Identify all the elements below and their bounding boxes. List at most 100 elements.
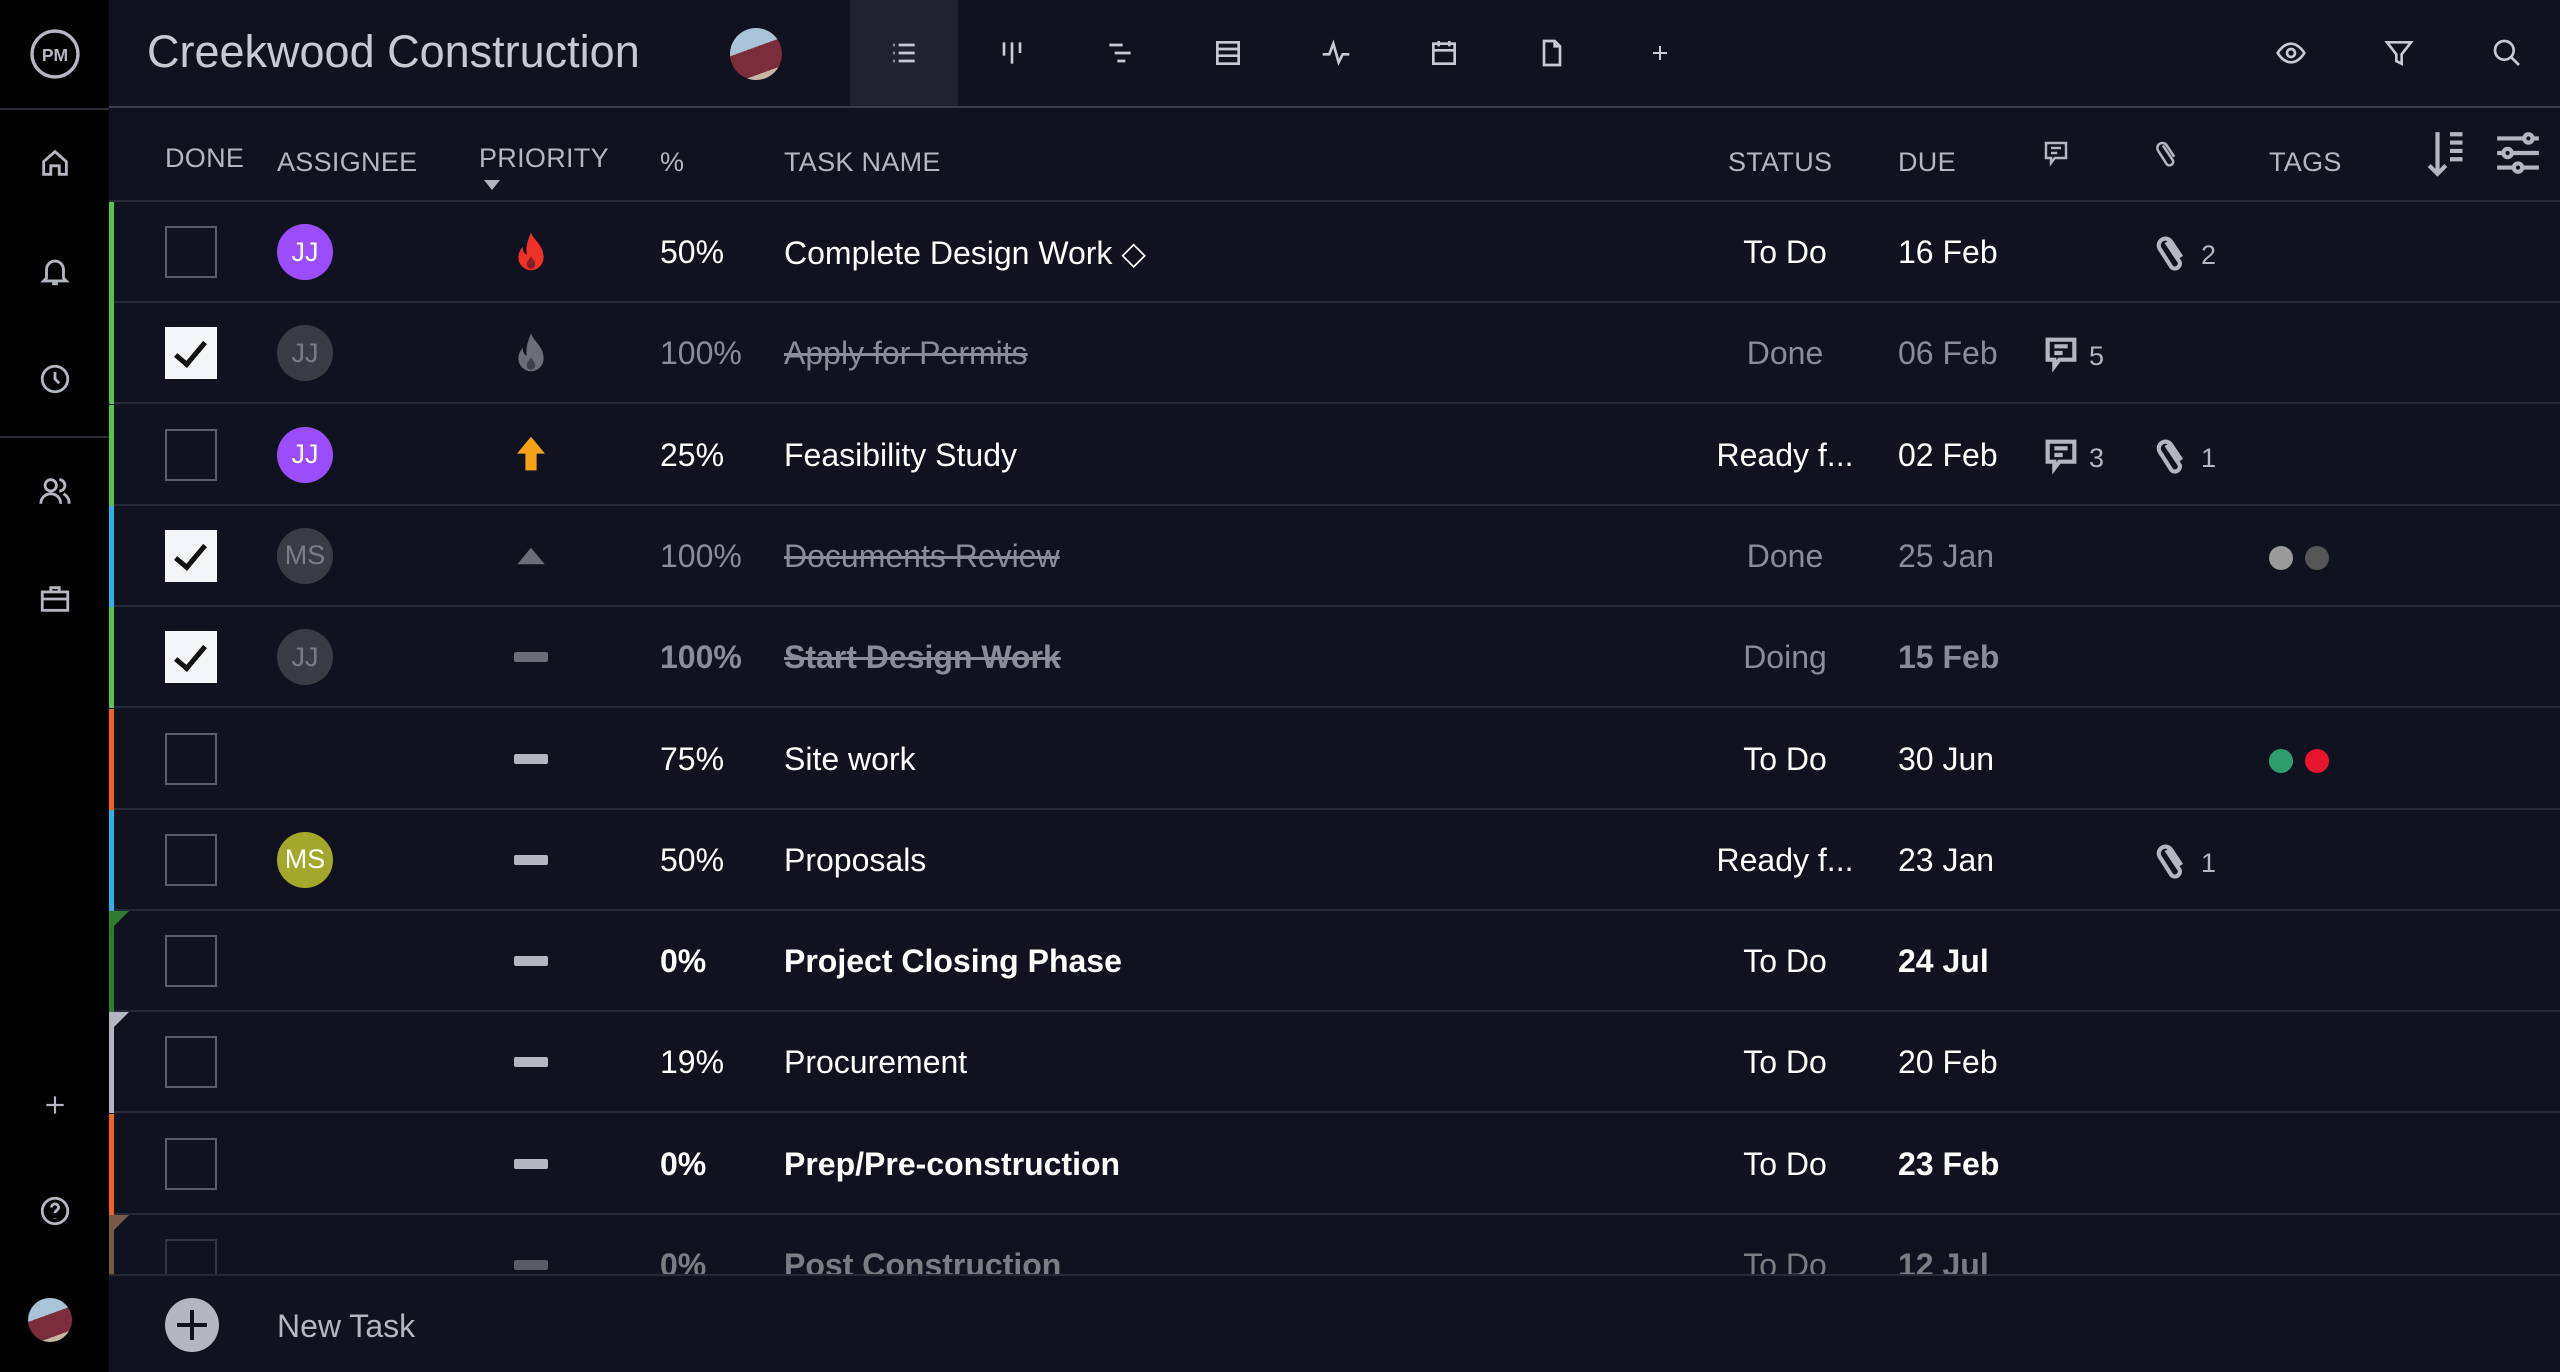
task-status[interactable]: To Do bbox=[1685, 234, 1885, 271]
priority-low-dash-icon[interactable] bbox=[511, 633, 551, 681]
add-view-button[interactable] bbox=[1606, 0, 1714, 106]
tag-dot[interactable] bbox=[2305, 545, 2329, 570]
column-settings-sliders-icon[interactable] bbox=[2493, 128, 2543, 185]
task-name[interactable]: Complete Design Work ◇ bbox=[784, 234, 1146, 272]
task-status[interactable]: To Do bbox=[1685, 741, 1885, 778]
task-name[interactable]: Procurement bbox=[784, 1044, 967, 1081]
done-checkbox[interactable] bbox=[165, 833, 217, 886]
percent-complete[interactable]: 0% bbox=[660, 1146, 706, 1183]
col-due[interactable]: DUE bbox=[1898, 147, 1956, 178]
done-checkbox[interactable] bbox=[165, 1036, 217, 1089]
col-task-name[interactable]: TASK NAME bbox=[784, 147, 941, 178]
task-row[interactable]: MS 50% Proposals Ready f... 23 Jan 1 bbox=[109, 809, 2560, 911]
priority-critical-fire-icon[interactable] bbox=[511, 329, 551, 377]
dashboard-view-tab[interactable] bbox=[1282, 0, 1390, 106]
attachments-count[interactable]: 2 bbox=[2153, 232, 2216, 279]
due-date[interactable]: 20 Feb bbox=[1898, 1044, 1998, 1081]
task-name[interactable]: Prep/Pre-construction bbox=[784, 1146, 1120, 1183]
col-tags[interactable]: TAGS bbox=[2269, 147, 2342, 178]
assignee-avatar[interactable]: MS bbox=[277, 831, 333, 888]
task-status[interactable]: Done bbox=[1685, 335, 1885, 372]
done-checkbox[interactable] bbox=[165, 226, 217, 278]
sheet-view-tab[interactable] bbox=[1174, 0, 1282, 106]
task-row[interactable]: 19% Procurement To Do 20 Feb bbox=[109, 1012, 2560, 1114]
task-row[interactable]: 75% Site work To Do 30 Jun bbox=[109, 708, 2560, 810]
assignee-avatar[interactable]: JJ bbox=[277, 224, 333, 280]
people-icon[interactable] bbox=[0, 468, 109, 514]
tag-dot[interactable] bbox=[2269, 748, 2293, 773]
task-row[interactable]: JJ 25% Feasibility Study Ready f... 02 Feb 3 1 bbox=[109, 404, 2560, 506]
priority-low-dash-icon[interactable] bbox=[511, 735, 551, 783]
assignee-avatar[interactable]: MS bbox=[277, 527, 333, 584]
col-status[interactable]: STATUS bbox=[1728, 147, 1832, 178]
percent-complete[interactable]: 100% bbox=[660, 639, 742, 676]
due-date[interactable]: 25 Jan bbox=[1898, 538, 1994, 575]
tag-dot[interactable] bbox=[2269, 545, 2293, 570]
new-task-input[interactable]: New Task bbox=[277, 1308, 415, 1345]
percent-complete[interactable]: 100% bbox=[660, 335, 742, 372]
done-checkbox[interactable] bbox=[165, 1137, 217, 1190]
due-date[interactable]: 02 Feb bbox=[1898, 437, 1998, 474]
task-name[interactable]: Start Design Work bbox=[784, 639, 1061, 676]
priority-low-dash-icon[interactable] bbox=[511, 1140, 551, 1188]
priority-critical-fire-icon[interactable] bbox=[511, 228, 551, 276]
percent-complete[interactable]: 75% bbox=[660, 741, 724, 778]
gantt-view-tab[interactable] bbox=[1066, 0, 1174, 106]
due-date[interactable]: 15 Feb bbox=[1898, 639, 1999, 676]
priority-low-dash-icon[interactable] bbox=[511, 1038, 551, 1086]
task-status[interactable]: Ready f... bbox=[1685, 842, 1885, 879]
plus-icon[interactable] bbox=[0, 1082, 109, 1128]
user-avatar[interactable] bbox=[28, 1298, 72, 1342]
priority-low-dash-icon[interactable] bbox=[511, 1241, 551, 1274]
percent-complete[interactable]: 25% bbox=[660, 437, 724, 474]
home-icon[interactable] bbox=[0, 140, 109, 186]
priority-low-dash-icon[interactable] bbox=[511, 937, 551, 985]
task-name[interactable]: Proposals bbox=[784, 842, 926, 879]
project-owner-avatar[interactable] bbox=[730, 28, 782, 80]
col-done[interactable]: DONE bbox=[165, 143, 244, 174]
attachments-count[interactable]: 1 bbox=[2153, 435, 2216, 482]
col-priority[interactable]: PRIORITY bbox=[479, 143, 609, 174]
due-date[interactable]: 12 Jul bbox=[1898, 1247, 1989, 1274]
notifications-bell-icon[interactable] bbox=[0, 248, 109, 294]
priority-low-dash-icon[interactable] bbox=[511, 836, 551, 884]
due-date[interactable]: 30 Jun bbox=[1898, 741, 1994, 778]
task-row[interactable]: 0% Prep/Pre-construction To Do 23 Feb bbox=[109, 1113, 2560, 1215]
search-icon[interactable] bbox=[2484, 30, 2530, 76]
col-percent[interactable]: % bbox=[660, 147, 684, 178]
percent-complete[interactable]: 19% bbox=[660, 1044, 724, 1081]
assignee-avatar[interactable]: JJ bbox=[277, 426, 333, 483]
task-name[interactable]: Project Closing Phase bbox=[784, 943, 1122, 980]
done-checkbox[interactable] bbox=[165, 732, 217, 785]
task-name[interactable]: Feasibility Study bbox=[784, 437, 1017, 474]
task-row[interactable]: JJ 100% Apply for Permits Done 06 Feb 5 bbox=[109, 303, 2560, 405]
percent-complete[interactable]: 0% bbox=[660, 1247, 706, 1274]
attachments-column-icon[interactable] bbox=[2153, 138, 2183, 175]
done-checkbox[interactable] bbox=[165, 428, 217, 481]
task-status[interactable]: To Do bbox=[1685, 1146, 1885, 1183]
filter-icon[interactable] bbox=[2376, 30, 2422, 76]
done-checkbox[interactable] bbox=[165, 529, 217, 582]
percent-complete[interactable]: 50% bbox=[660, 842, 724, 879]
task-name[interactable]: Site work bbox=[784, 741, 916, 778]
assignee-avatar[interactable]: JJ bbox=[277, 325, 333, 382]
comments-count[interactable]: 5 bbox=[2041, 333, 2104, 380]
due-date[interactable]: 23 Feb bbox=[1898, 1146, 1999, 1183]
comments-column-icon[interactable] bbox=[2041, 138, 2071, 175]
percent-complete[interactable]: 50% bbox=[660, 234, 724, 271]
task-status[interactable]: To Do bbox=[1685, 943, 1885, 980]
task-name[interactable]: Post Construction bbox=[784, 1247, 1061, 1274]
task-status[interactable]: To Do bbox=[1685, 1247, 1885, 1274]
task-row[interactable]: 0% Post Construction To Do 12 Jul bbox=[109, 1215, 2560, 1274]
task-name[interactable]: Documents Review bbox=[784, 538, 1060, 575]
due-date[interactable]: 06 Feb bbox=[1898, 335, 1998, 372]
eye-icon[interactable] bbox=[2268, 30, 2314, 76]
assignee-avatar[interactable]: JJ bbox=[277, 629, 333, 686]
briefcase-icon[interactable] bbox=[0, 576, 109, 622]
priority-high-arrow-icon[interactable] bbox=[511, 431, 551, 479]
pm-logo[interactable]: PM bbox=[0, 22, 109, 86]
sort-icon[interactable] bbox=[2425, 128, 2475, 185]
task-row[interactable]: JJ 100% Start Design Work Doing 15 Feb bbox=[109, 607, 2560, 709]
percent-complete[interactable]: 100% bbox=[660, 538, 742, 575]
help-icon[interactable] bbox=[0, 1188, 109, 1234]
